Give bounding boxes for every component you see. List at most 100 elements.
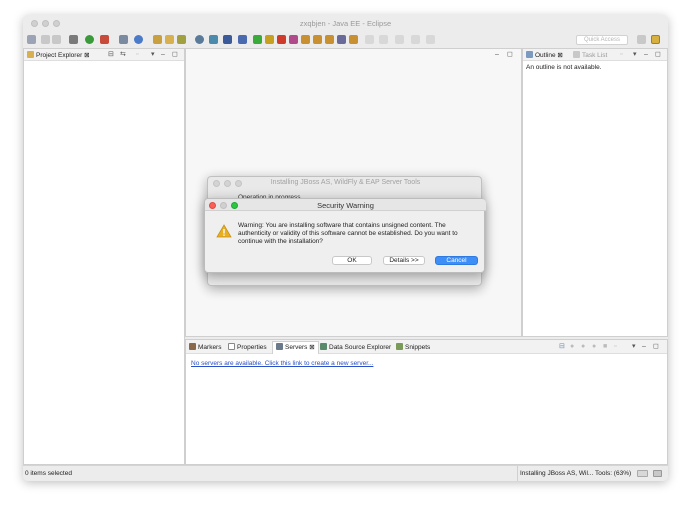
status-divider (517, 466, 518, 481)
console-icon[interactable] (223, 35, 232, 44)
new-icon[interactable] (27, 35, 36, 44)
outline-icon (526, 51, 533, 58)
debug-server-icon[interactable]: ● (581, 343, 585, 351)
snippets-label: Snippets (405, 344, 431, 351)
snippets-icon (396, 343, 403, 350)
focus-icon[interactable]: ▫ (136, 51, 138, 59)
globe-icon[interactable] (195, 35, 204, 44)
close-tab-icon[interactable]: ⊠ (84, 52, 89, 59)
outline-maximize-icon[interactable]: ◻ (655, 51, 661, 59)
cancel-button[interactable]: Cancel (435, 256, 478, 265)
task-list-label: Task List (582, 52, 608, 59)
project-explorer-panel: Project Explorer ⊠ ⊟ ⇆ ▫ ▾ – ◻ (23, 48, 185, 465)
status-selection: 0 items selected (25, 470, 72, 477)
publish-icon[interactable]: ▫ (614, 343, 616, 351)
resume-icon[interactable] (253, 35, 262, 44)
debug-config-icon[interactable] (69, 35, 78, 44)
window-title: zxqbjen - Java EE - Eclipse (299, 19, 392, 28)
properties-icon (228, 343, 235, 350)
forward-icon[interactable] (411, 35, 420, 44)
print-icon[interactable] (52, 35, 61, 44)
security-warning-message: Warning: You are installing software tha… (238, 222, 458, 245)
markers-label: Markers (198, 344, 222, 351)
outline-empty-message: An outline is not available. (526, 64, 602, 71)
link-editor-icon[interactable]: ⇆ (120, 51, 126, 59)
step-over-icon[interactable] (313, 35, 322, 44)
outline-view-menu-icon[interactable]: ▾ (633, 51, 637, 59)
outline-label: Outline (535, 52, 556, 59)
maximize-icon[interactable]: ◻ (172, 51, 178, 59)
pin-icon[interactable] (238, 35, 247, 44)
collapse-icon[interactable]: ⊟ (559, 343, 565, 351)
minimize-icon[interactable]: – (161, 51, 165, 59)
project-explorer-icon (27, 51, 34, 58)
view-menu-icon[interactable]: ▾ (151, 51, 155, 59)
tab-task-list[interactable]: Task List (573, 51, 607, 60)
bottom-minimize-icon[interactable]: – (642, 343, 646, 351)
history-icon[interactable] (426, 35, 435, 44)
details-button[interactable]: Details >> (383, 256, 425, 265)
outline-sort-icon[interactable]: ▫ (620, 51, 622, 59)
tab-snippets[interactable]: Snippets (396, 343, 430, 352)
web-browser-icon[interactable] (209, 35, 218, 44)
trim-icon[interactable] (653, 470, 662, 477)
next-annotation-icon[interactable] (379, 35, 388, 44)
profile-server-icon[interactable]: ● (592, 343, 596, 351)
editor-minimize-icon[interactable]: – (495, 51, 499, 59)
status-progress-text[interactable]: Installing JBoss AS, Wil... Tools: (63%) (520, 470, 631, 477)
open-folder-icon[interactable] (165, 35, 174, 44)
data-source-label: Data Source Explorer (329, 344, 392, 351)
outline-panel: Outline ⊠ Task List ▫ ▾ – ◻ An outline i… (522, 48, 668, 337)
tab-servers[interactable]: Servers ⊠ (272, 341, 319, 354)
properties-label: Properties (237, 344, 267, 351)
close-tab-icon[interactable]: ⊠ (557, 52, 562, 59)
outline-header: Outline ⊠ Task List ▫ ▾ – ◻ (523, 49, 667, 61)
ok-button[interactable]: OK (332, 256, 372, 265)
bottom-panel: Markers Properties Servers ⊠ Data Source… (185, 339, 668, 465)
disconnect-icon[interactable] (289, 35, 298, 44)
editor-maximize-icon[interactable]: ◻ (507, 51, 513, 59)
task-list-icon (573, 51, 580, 58)
search-icon[interactable] (177, 35, 186, 44)
suspend-icon[interactable] (265, 35, 274, 44)
new-class-icon[interactable] (134, 35, 143, 44)
save-icon[interactable] (41, 35, 50, 44)
java-ee-perspective-icon[interactable] (651, 35, 660, 44)
tab-data-source-explorer[interactable]: Data Source Explorer (320, 343, 391, 352)
tab-properties[interactable]: Properties (228, 343, 267, 352)
step-into-icon[interactable] (301, 35, 310, 44)
step-return-icon[interactable] (325, 35, 334, 44)
security-dialog-title: Security Warning (317, 201, 374, 210)
security-warning-dialog: Security Warning Warning: You are instal… (204, 198, 486, 273)
use-step-filters-icon[interactable] (349, 35, 358, 44)
open-perspective-icon[interactable] (637, 35, 646, 44)
tab-project-explorer[interactable]: Project Explorer ⊠ (27, 51, 90, 60)
prev-annotation-icon[interactable] (365, 35, 374, 44)
progress-view-icon[interactable] (637, 470, 648, 477)
open-type-icon[interactable] (153, 35, 162, 44)
quick-access-input[interactable]: Quick Access (576, 35, 628, 45)
tab-outline[interactable]: Outline ⊠ (526, 51, 563, 60)
terminate-icon[interactable] (277, 35, 286, 44)
back-icon[interactable] (395, 35, 404, 44)
server-icon[interactable] (119, 35, 128, 44)
main-toolbar: Quick Access (23, 32, 668, 48)
external-tools-icon[interactable] (100, 35, 109, 44)
bottom-panel-header: Markers Properties Servers ⊠ Data Source… (186, 340, 667, 354)
servers-icon (276, 343, 283, 350)
bottom-maximize-icon[interactable]: ◻ (653, 343, 659, 351)
drop-to-frame-icon[interactable] (337, 35, 346, 44)
run-icon[interactable] (85, 35, 94, 44)
close-tab-icon[interactable]: ⊠ (309, 344, 314, 351)
title-bar: zxqbjen - Java EE - Eclipse (23, 15, 668, 32)
create-server-link[interactable]: No servers are available. Click this lin… (191, 360, 373, 367)
project-explorer-label: Project Explorer (36, 52, 83, 59)
start-server-icon[interactable]: ● (570, 343, 574, 351)
stop-server-icon[interactable]: ■ (603, 343, 607, 351)
collapse-all-icon[interactable]: ⊟ (108, 51, 114, 59)
outline-minimize-icon[interactable]: – (644, 51, 648, 59)
project-explorer-header: Project Explorer ⊠ ⊟ ⇆ ▫ ▾ – ◻ (24, 49, 184, 61)
bottom-view-menu-icon[interactable]: ▾ (632, 343, 636, 351)
tab-markers[interactable]: Markers (189, 343, 221, 352)
markers-icon (189, 343, 196, 350)
